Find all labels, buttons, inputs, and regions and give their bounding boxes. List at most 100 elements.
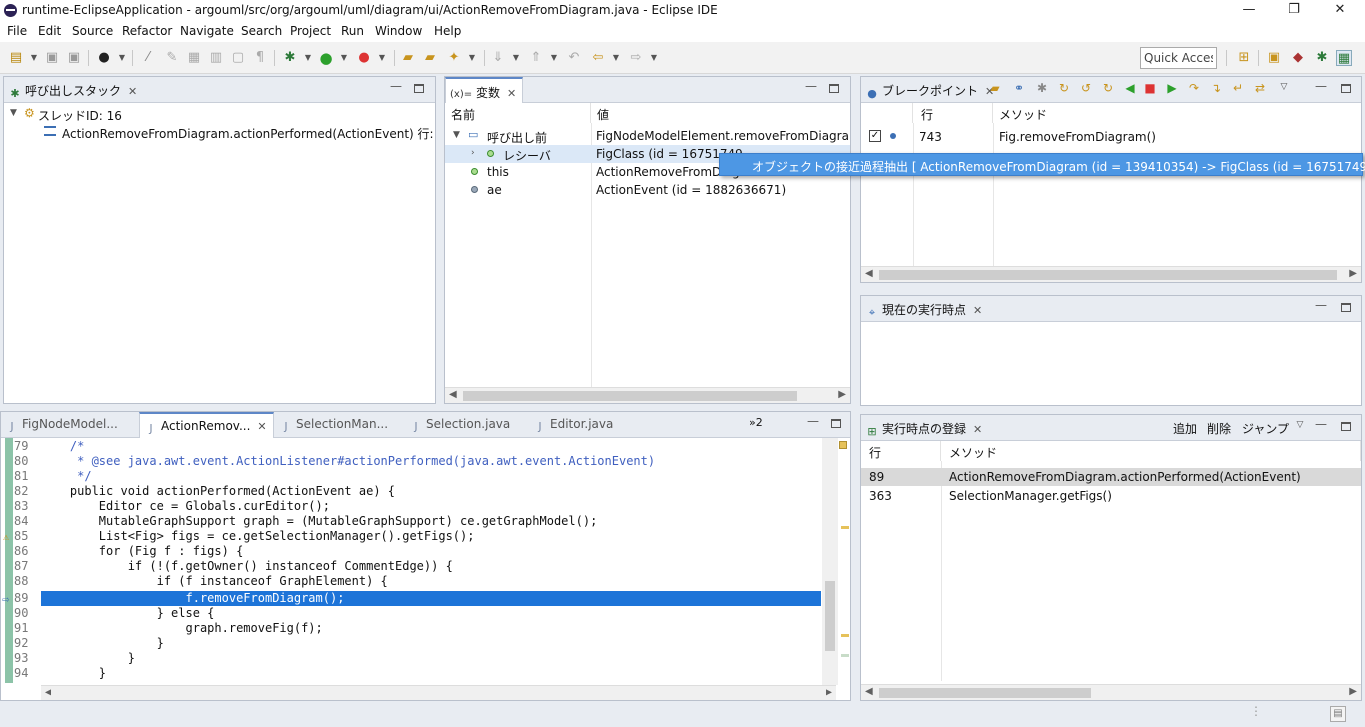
external-tools-icon[interactable]: ●: [356, 50, 372, 66]
scroll-right-icon[interactable]: ▶: [1349, 268, 1357, 279]
horizontal-scrollbar[interactable]: ◀ ▶: [861, 266, 1361, 282]
tab-callstack[interactable]: ✱ 呼び出しスタック ✕: [4, 77, 143, 103]
tab-editor-actionremove[interactable]: J ActionRemov... ✕: [139, 412, 274, 438]
column-header-value[interactable]: 値: [591, 103, 850, 123]
dropdown-icon[interactable]: ▼: [374, 50, 390, 66]
dropdown-icon[interactable]: ▼: [464, 50, 480, 66]
last-edit-icon[interactable]: ↶: [566, 50, 582, 66]
menu-search[interactable]: Search: [241, 24, 282, 38]
extraction-popup[interactable]: オブジェクトの接近過程抽出 [ ActionRemoveFromDiagram …: [719, 153, 1365, 176]
open-type-icon[interactable]: ▰: [400, 50, 416, 66]
breakpoint-row[interactable]: ✓ 743 Fig.removeFromDiagram(): [861, 128, 1361, 146]
menu-navigate[interactable]: Navigate: [180, 24, 234, 38]
minimize-button[interactable]: —: [1237, 2, 1261, 20]
stop-icon[interactable]: ■: [1143, 81, 1157, 95]
close-icon[interactable]: ✕: [507, 87, 516, 100]
undo-icon[interactable]: ↺: [1079, 81, 1093, 95]
menu-refactor[interactable]: Refactor: [122, 24, 172, 38]
tab-registered[interactable]: ⊞ 実行時点の登録 ✕: [861, 415, 988, 441]
overview-warning-icon[interactable]: [839, 441, 847, 449]
export-icon[interactable]: ▰: [988, 81, 1002, 95]
scroll-left-icon[interactable]: ◀: [865, 686, 873, 697]
minimize-panel-button[interactable]: —: [807, 414, 819, 428]
tree-item-frame[interactable]: ActionRemoveFromDiagram.actionPerformed(…: [4, 123, 435, 141]
current-perspective-icon[interactable]: ▦: [1336, 50, 1352, 66]
drop-frame-icon[interactable]: ⇄: [1253, 81, 1267, 95]
minimize-panel-button[interactable]: —: [1315, 417, 1327, 431]
scroll-left-icon[interactable]: ◀: [449, 389, 457, 400]
registered-row-selected[interactable]: 89 ActionRemoveFromDiagram.actionPerform…: [861, 468, 1361, 486]
minimize-panel-button[interactable]: —: [805, 79, 817, 93]
minimize-panel-button[interactable]: —: [1315, 298, 1327, 312]
menu-run[interactable]: Run: [341, 24, 364, 38]
dropdown-icon[interactable]: ▼: [336, 50, 352, 66]
tab-breakpoints[interactable]: ● ブレークポイント ✕: [861, 77, 1000, 103]
close-icon[interactable]: ✕: [257, 420, 266, 433]
tab-current-exec[interactable]: ⌖ 現在の実行時点 ✕: [861, 296, 988, 322]
maximize-panel-button[interactable]: [1341, 84, 1351, 93]
use-step-filters-icon[interactable]: ▦: [186, 50, 202, 66]
maximize-panel-button[interactable]: [829, 84, 839, 93]
block-icon[interactable]: ▢: [230, 50, 246, 66]
git-perspective-icon[interactable]: ◆: [1290, 50, 1306, 66]
open-resource-icon[interactable]: ▰: [422, 50, 438, 66]
menu-file[interactable]: File: [7, 24, 27, 38]
toggle-mark-icon[interactable]: ▥: [208, 50, 224, 66]
enable-checkbox[interactable]: ✓: [869, 130, 881, 142]
tab-editor-selectionmanager[interactable]: J SelectionMan...: [275, 412, 394, 438]
progress-icon[interactable]: ▤: [1330, 706, 1346, 722]
dropdown-icon[interactable]: ▼: [646, 50, 662, 66]
open-perspective-icon[interactable]: ⊞: [1236, 50, 1252, 66]
menu-edit[interactable]: Edit: [38, 24, 61, 38]
overview-marker[interactable]: [841, 526, 849, 529]
next-annotation-icon[interactable]: ⇓: [490, 50, 506, 66]
prev-annotation-icon[interactable]: ⇑: [528, 50, 544, 66]
forward-icon[interactable]: ⇨: [628, 50, 644, 66]
scroll-thumb[interactable]: [463, 391, 797, 401]
quick-access-input[interactable]: [1140, 47, 1217, 69]
menu-source[interactable]: Source: [72, 24, 113, 38]
new-icon[interactable]: ▤: [8, 50, 24, 66]
view-menu-icon[interactable]: ▽: [1293, 420, 1307, 430]
tab-editor-fignodemodel[interactable]: J FigNodeModel...: [1, 412, 124, 438]
close-icon[interactable]: ✕: [128, 85, 137, 98]
column-header-method[interactable]: メソッド: [941, 441, 1361, 461]
scroll-right-icon[interactable]: ▶: [1349, 686, 1357, 697]
debug-perspective-icon[interactable]: ✱: [1314, 50, 1330, 66]
registered-row[interactable]: 363 SelectionManager.getFigs(): [861, 487, 1361, 505]
step-into-icon[interactable]: ↴: [1209, 81, 1223, 95]
scroll-thumb[interactable]: [879, 270, 1337, 280]
step-return-icon[interactable]: ↵: [1231, 81, 1245, 95]
maximize-panel-button[interactable]: [414, 84, 424, 93]
step-over-icon[interactable]: ↷: [1187, 81, 1201, 95]
menu-project[interactable]: Project: [290, 24, 331, 38]
step-back-icon[interactable]: ◀: [1123, 81, 1137, 95]
column-header-line[interactable]: 行: [913, 103, 993, 123]
maximize-panel-button[interactable]: [831, 419, 841, 428]
menu-window[interactable]: Window: [375, 24, 422, 38]
code-editor[interactable]: ⇨ ⚠ 79 /* 80 * @see java.awt.event.Actio…: [1, 438, 850, 700]
tab-editor-selection[interactable]: J Selection.java: [405, 412, 516, 438]
column-header-name[interactable]: 名前: [445, 103, 591, 123]
chevron-down-icon[interactable]: ▼: [453, 130, 460, 140]
add-button[interactable]: 追加: [1173, 420, 1197, 437]
tree-item-thread[interactable]: ▼ ⚙ スレッドID: 16: [4, 105, 435, 123]
link-icon[interactable]: ⚭: [1012, 81, 1026, 95]
horizontal-scrollbar[interactable]: ◀ ▶: [861, 684, 1361, 700]
jump-button[interactable]: ジャンプ: [1242, 420, 1289, 437]
scroll-left-icon[interactable]: ◀: [45, 687, 51, 698]
save-icon[interactable]: ▣: [44, 50, 60, 66]
drop-to-frame-icon[interactable]: ✎: [164, 50, 180, 66]
restore-button[interactable]: ❐: [1282, 2, 1306, 20]
maximize-panel-button[interactable]: [1341, 303, 1351, 312]
pilcrow-icon[interactable]: ¶: [252, 50, 268, 66]
variable-row[interactable]: ae ActionEvent (id = 1882636671): [445, 181, 850, 199]
minimize-panel-button[interactable]: —: [390, 79, 402, 93]
debug-icon[interactable]: ✱: [282, 50, 298, 66]
close-icon[interactable]: ✕: [973, 304, 982, 317]
horizontal-scrollbar[interactable]: ◀ ▶: [445, 387, 850, 403]
dropdown-icon[interactable]: ▼: [300, 50, 316, 66]
scroll-right-icon[interactable]: ▶: [826, 687, 832, 698]
chevron-right-icon[interactable]: ›: [471, 148, 475, 158]
column-header-method[interactable]: メソッド: [993, 103, 1361, 123]
